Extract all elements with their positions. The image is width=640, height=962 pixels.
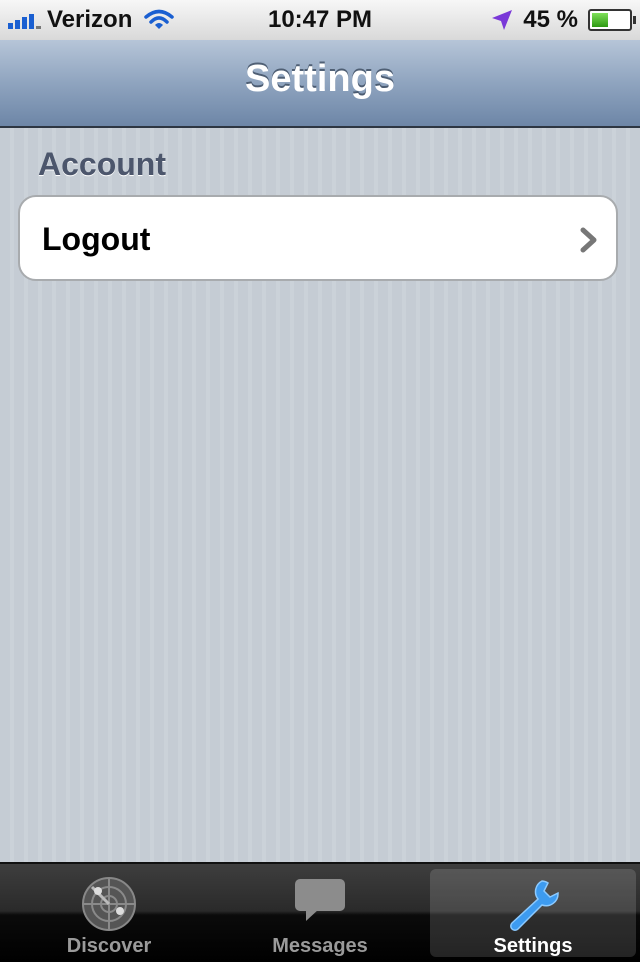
carrier-name: Verizon: [47, 6, 133, 33]
tab-messages-label: Messages: [272, 935, 368, 957]
logout-row[interactable]: Logout: [18, 195, 618, 281]
logout-label: Logout: [42, 221, 151, 257]
battery-icon: [588, 9, 636, 31]
navigation-bar: Settings: [0, 40, 640, 128]
tab-settings-label: Settings: [493, 935, 573, 957]
settings-content: Account Logout: [0, 128, 640, 862]
chevron-right-icon: [580, 227, 597, 253]
status-bar: Verizon 10:47 PM 45 %: [0, 0, 640, 41]
page-title: Settings: [245, 58, 395, 100]
wifi-icon: [144, 9, 175, 29]
signal-strength-icon: [8, 11, 41, 29]
section-header-account: Account: [38, 146, 166, 182]
battery-percent: 45 %: [523, 6, 578, 33]
location-arrow-icon: [492, 10, 513, 30]
tab-discover-label: Discover: [66, 935, 152, 957]
tab-bar: Discover Messages Settings: [0, 862, 640, 962]
tab-settings[interactable]: Settings: [430, 869, 636, 957]
radar-icon: [82, 877, 136, 931]
tab-messages[interactable]: Messages: [217, 869, 423, 957]
tab-discover[interactable]: Discover: [6, 869, 212, 957]
battery-level: [592, 13, 608, 27]
chat-bubble-icon: [295, 879, 345, 921]
status-time: 10:47 PM: [267, 6, 373, 33]
wrench-icon: [510, 880, 559, 931]
